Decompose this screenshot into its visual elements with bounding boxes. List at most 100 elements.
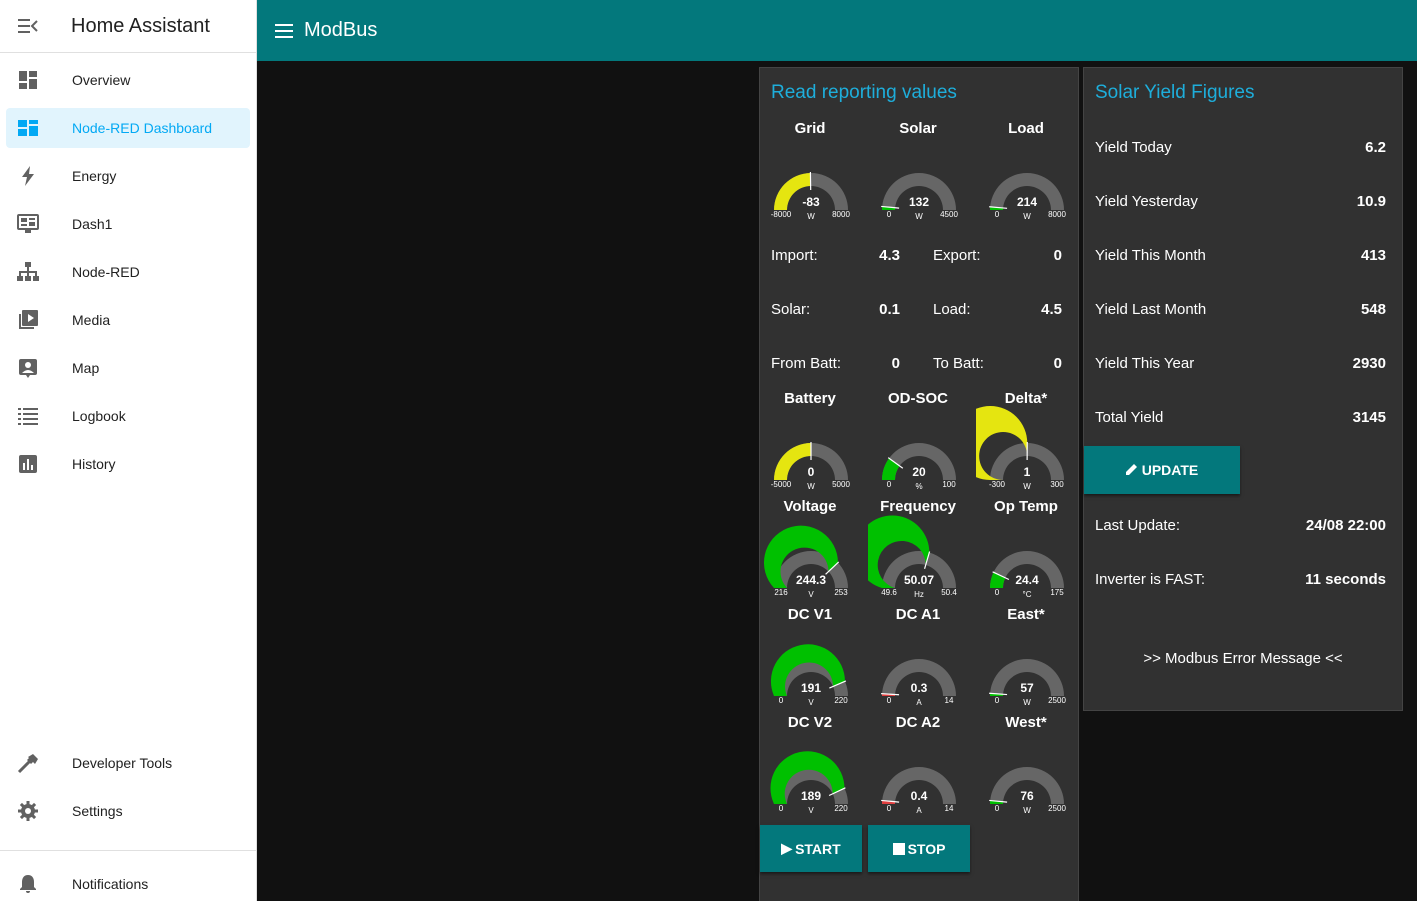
sidebar-item-label: Map (72, 360, 100, 376)
sidebar-item-logbook[interactable]: Logbook (6, 396, 250, 436)
sidebar-item-label: Developer Tools (72, 755, 173, 771)
solar-yield-card-title: Solar Yield Figures (1095, 82, 1255, 103)
gauge-max: 253 (834, 588, 848, 597)
sidebar-item-media[interactable]: Media (6, 300, 250, 340)
gauge-value: 57 (1020, 681, 1034, 695)
gauge-min: -300 (989, 480, 1006, 489)
gauge-min: 216 (774, 588, 788, 597)
app-title: Home Assistant (71, 14, 210, 37)
gauge-dc-a1: DC A1 0.3 A 0 14 (868, 606, 968, 706)
sidebar-item-developer-tools[interactable]: Developer Tools (6, 743, 250, 783)
gauge-unit: W (807, 212, 815, 220)
sidebar-item-label: Media (72, 312, 111, 328)
sitemap-icon (6, 262, 50, 282)
last-update-value: 24/08 22:00 (1305, 517, 1386, 534)
update-button[interactable]: UPDATE (1084, 446, 1240, 494)
gauge-unit: V (808, 806, 814, 814)
dashboard-icon (6, 70, 50, 90)
load-value: 4.5 (1041, 301, 1062, 318)
gauge-min: 0 (995, 696, 1000, 705)
solar-label: Solar: (771, 301, 811, 318)
sidebar-item-label: Notifications (72, 876, 149, 892)
gauge-unit: V (808, 698, 814, 706)
yield-row-label: Yield Last Month (1095, 301, 1207, 318)
gauge-max: 175 (1050, 588, 1064, 597)
menu-collapse-icon[interactable] (0, 0, 56, 53)
gauge-unit: % (915, 482, 922, 490)
gauge-voltage: Voltage 244.3 V 216 253 (760, 498, 860, 598)
gauge-max: 50.4 (941, 588, 957, 597)
gauge-dial: 1 W -300 300 (976, 406, 1064, 490)
stop-icon (892, 842, 905, 855)
pencil-icon (1125, 462, 1138, 478)
sidebar-item-dash1[interactable]: Dash1 (6, 204, 250, 244)
yield-row-value: 10.9 (1356, 193, 1386, 210)
sidebar-item-overview[interactable]: Overview (6, 60, 250, 100)
gauge-value: 0.3 (911, 681, 928, 695)
gauge-min: 0 (887, 696, 892, 705)
format-list-icon (6, 407, 50, 425)
sidebar-item-map[interactable]: Map (6, 348, 250, 388)
gauge-dial: 20% 0 100 (882, 443, 956, 490)
gauge-value: 191 (801, 681, 821, 695)
gauge-min: 0 (779, 804, 784, 813)
gauge-max: 5000 (832, 480, 850, 489)
gauge-dial: -83 W -8000 8000 (771, 171, 850, 220)
gauge-load: Load 214 W 0 8000 (976, 120, 1076, 220)
sidebar-item-node-red-dashboard[interactable]: Node-RED Dashboard (6, 108, 250, 148)
inverter-value: 11 seconds (1305, 571, 1386, 588)
gauge-unit: W (915, 212, 923, 220)
stop-button-label: STOP (907, 840, 946, 857)
node-red-dashboard-icon (6, 120, 50, 136)
gauge-dial: 0.3 A 0 14 (881, 659, 956, 706)
yield-row-value: 548 (1360, 301, 1386, 318)
load-label: Load: (933, 301, 971, 318)
yield-row-value: 2930 (1352, 355, 1386, 372)
sidebar-item-notifications[interactable]: Notifications (6, 864, 250, 901)
start-button[interactable]: ▶ START (760, 825, 862, 872)
account-box-icon (6, 358, 50, 378)
gauge-fill (774, 443, 811, 480)
gauge-value: 0.4 (911, 789, 928, 803)
gauge-dial: 76 W 0 2500 (989, 767, 1066, 814)
gauge-unit: W (1023, 806, 1031, 814)
gauge-unit: A (916, 806, 922, 814)
stop-button[interactable]: STOP (868, 825, 970, 872)
gauge-delta: Delta* 1 W -300 300 (976, 390, 1076, 490)
play-icon: ▶ (781, 840, 793, 856)
sidebar-item-energy[interactable]: Energy (6, 156, 250, 196)
hamburger-menu-icon[interactable] (275, 23, 293, 38)
sidebar: Home Assistant Overview Node-RED Dashboa… (0, 0, 257, 901)
gauge-dial: 214 W 0 8000 (989, 173, 1066, 220)
sidebar-item-node-red[interactable]: Node-RED (6, 252, 250, 292)
solar-value: 0.1 (879, 301, 900, 318)
gauge-min: 0 (887, 210, 892, 219)
gauge-max: 220 (834, 696, 848, 705)
gauge-value: 0 (808, 465, 815, 479)
update-button-label: UPDATE (1141, 462, 1199, 478)
gauge-min: -5000 (771, 480, 792, 489)
gauge-solar: Solar 132 W 0 4500 (868, 120, 968, 220)
sidebar-item-label: Logbook (72, 408, 126, 424)
sidebar-item-label: Node-RED Dashboard (72, 120, 213, 136)
yield-row-value: 6.2 (1365, 139, 1386, 156)
gauge-battery: Battery 0 W -5000 5000 (760, 390, 860, 490)
from-batt-value: 0 (891, 355, 900, 372)
play-box-multiple-icon (6, 310, 50, 330)
gauge-east: East* 57 W 0 2500 (976, 606, 1076, 706)
gauge-max: 4500 (940, 210, 958, 219)
from-batt-label: From Batt: (771, 355, 842, 372)
sidebar-divider (0, 850, 256, 851)
sidebar-item-settings[interactable]: Settings (6, 791, 250, 831)
gauge-max: 8000 (832, 210, 850, 219)
gauge-dial: 57 W 0 2500 (989, 659, 1066, 706)
gauge-value: 20 (912, 465, 926, 479)
hammer-icon (6, 752, 50, 774)
reporting-card-title: Read reporting values (771, 82, 957, 103)
sidebar-item-history[interactable]: History (6, 444, 250, 484)
gauge-west: West* 76 W 0 2500 (976, 714, 1076, 814)
header-bar: ModBus (257, 0, 1417, 61)
gauge-dial: 132 W 0 4500 (881, 173, 958, 220)
yield-row-value: 413 (1360, 247, 1386, 264)
chart-box-icon (6, 454, 50, 474)
